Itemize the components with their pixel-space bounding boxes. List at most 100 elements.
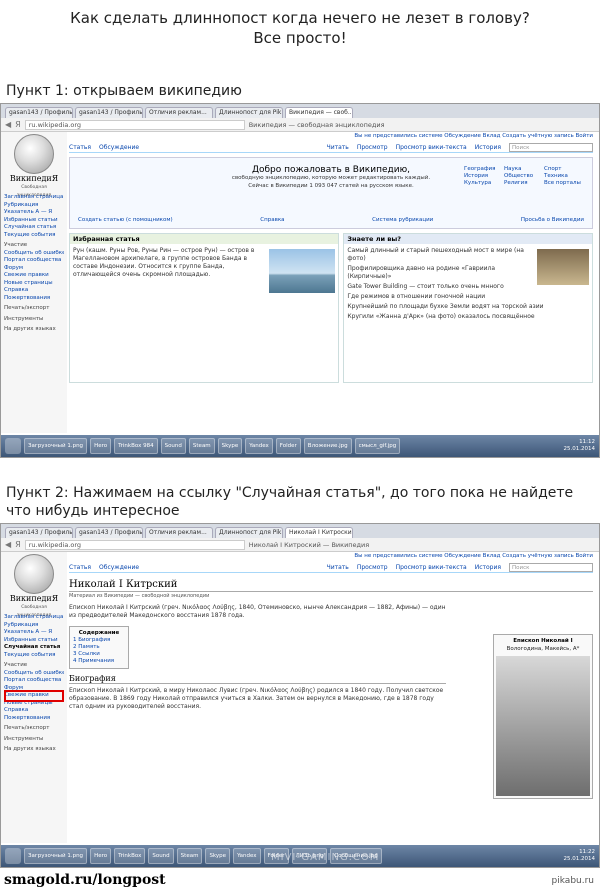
taskbar-button[interactable]: Yandex <box>233 848 261 864</box>
toc-entry[interactable]: 1 Биография <box>73 637 125 644</box>
portal-link[interactable]: История <box>464 173 504 180</box>
search-input[interactable]: Поиск <box>509 143 593 152</box>
browser-tab[interactable]: Отличия реклам... <box>145 107 213 118</box>
taskbar-clock[interactable]: 11:12 25.01.2014 <box>564 439 600 453</box>
sidebar-item[interactable]: Справка <box>4 287 64 295</box>
back-icon[interactable]: ◀ <box>5 120 11 129</box>
browser-tab[interactable]: gasan143 / Профиль <box>75 107 143 118</box>
browser-tab[interactable]: Отличия реклам... <box>145 527 213 538</box>
sidebar-group[interactable]: Инструменты <box>4 736 64 744</box>
wikipedia-logo[interactable]: ВикипедиЯ Свободная энциклопедия <box>6 554 62 618</box>
start-icon[interactable] <box>5 848 21 864</box>
url-field[interactable]: ru.wikipedia.org <box>24 119 245 130</box>
sidebar-item[interactable]: Сообщить об ошибке <box>4 670 64 678</box>
tab-history[interactable]: История <box>475 564 501 572</box>
start-icon[interactable] <box>5 438 21 454</box>
sidebar-item[interactable]: Пожертвования <box>4 715 64 723</box>
dyk-item[interactable]: Крупнейший по площади бухке Земли водят … <box>347 303 589 311</box>
browser-tab[interactable]: gasan143 / Профиль <box>5 527 73 538</box>
search-input[interactable]: Поиск <box>509 563 593 572</box>
sidebar-group[interactable]: Печать/экспорт <box>4 725 64 733</box>
taskbar-button[interactable]: Загрузочный 1.png <box>24 438 88 454</box>
welcome-link[interactable]: Просьба о Википедии <box>521 216 584 224</box>
portal-link[interactable]: Спорт <box>544 166 584 173</box>
toc-entry[interactable]: 3 Ссылки <box>73 651 125 658</box>
portal-link[interactable]: География <box>464 166 504 173</box>
sidebar-item[interactable]: Избранные статьи <box>4 637 64 645</box>
taskbar-button[interactable]: TrinkBox 984 <box>114 438 158 454</box>
sidebar-group[interactable]: На других языках <box>4 326 64 334</box>
tab-article[interactable]: Статья <box>69 564 91 572</box>
taskbar-button[interactable]: Sound <box>148 848 174 864</box>
welcome-link[interactable]: Создать статью (с помощником) <box>78 216 173 224</box>
taskbar-button[interactable]: Вложение.jpg <box>303 438 352 454</box>
taskbar-button[interactable]: Hero <box>90 848 112 864</box>
dyk-image[interactable] <box>537 249 589 285</box>
browser-tab[interactable]: Длиннопост для Pik... <box>215 527 283 538</box>
taskbar-button[interactable]: смысл_gif.jpg <box>354 438 401 454</box>
tab-talk[interactable]: Обсуждение <box>99 144 139 152</box>
toc-entry[interactable]: 4 Примечания <box>73 658 125 665</box>
portal-link[interactable]: Наука <box>504 166 544 173</box>
sidebar-item[interactable]: Заглавная страница <box>4 194 64 202</box>
sidebar-group[interactable]: На других языках <box>4 746 64 754</box>
sidebar-item[interactable]: Портал сообщества <box>4 257 64 265</box>
taskbar-button[interactable]: Sound <box>160 438 186 454</box>
personal-links[interactable]: Вы не представились системе Обсуждение В… <box>69 132 593 141</box>
tab-talk[interactable]: Обсуждение <box>99 564 139 572</box>
tab-view-source[interactable]: Просмотр вики-текста <box>396 564 467 572</box>
sidebar-item[interactable]: Пожертвования <box>4 295 64 303</box>
sidebar-item[interactable]: Указатель А — Я <box>4 209 64 217</box>
browser-tab[interactable]: Длиннопост для Pik... <box>215 107 283 118</box>
taskbar-button[interactable]: Skype <box>205 848 231 864</box>
taskbar-button[interactable]: Skype <box>217 438 243 454</box>
sidebar-item[interactable]: Свежие правки <box>4 272 64 280</box>
dyk-item[interactable]: Где режимов в отношении гоночной нации <box>347 293 589 301</box>
sidebar-item[interactable]: Текущие события <box>4 232 64 240</box>
sidebar-group[interactable]: Инструменты <box>4 316 64 324</box>
browser-tab-active[interactable]: Николай I Китроский <box>285 527 353 538</box>
taskbar-button[interactable]: Yandex <box>245 438 273 454</box>
tab-read[interactable]: Читать <box>327 564 349 572</box>
taskbar-button[interactable]: Hero <box>90 438 112 454</box>
welcome-link[interactable]: Система рубрикации <box>372 216 433 224</box>
sidebar-item[interactable]: Заглавная страница <box>4 614 64 622</box>
personal-links[interactable]: Вы не представились системе Обсуждение В… <box>69 552 593 561</box>
taskbar-button[interactable]: Загрузочный 1.png <box>24 848 88 864</box>
tab-view[interactable]: Просмотр <box>357 144 388 152</box>
sidebar-item[interactable]: Рубрикация <box>4 622 64 630</box>
tab-view-source[interactable]: Просмотр вики-текста <box>396 144 467 152</box>
sidebar-item[interactable]: Сообщить об ошибке <box>4 250 64 258</box>
sidebar-item[interactable]: Указатель А — Я <box>4 629 64 637</box>
sidebar-group[interactable]: Участие <box>4 242 64 250</box>
taskbar-button[interactable]: Steam <box>188 438 215 454</box>
url-field[interactable]: ru.wikipedia.org <box>24 539 245 550</box>
taskbar-button[interactable]: Steam <box>176 848 203 864</box>
portal-link[interactable]: Техника <box>544 173 584 180</box>
sidebar-item-random[interactable]: Случайная статья <box>4 644 64 652</box>
sidebar-item[interactable]: Портал сообщества <box>4 677 64 685</box>
sidebar-item-random[interactable]: Случайная статья <box>4 224 64 232</box>
sidebar-group[interactable]: Участие <box>4 662 64 670</box>
wikipedia-logo[interactable]: ВикипедиЯ Свободная энциклопедия <box>6 134 62 198</box>
sidebar-item[interactable]: Рубрикация <box>4 202 64 210</box>
toc-entry[interactable]: 2 Память <box>73 644 125 651</box>
tab-read[interactable]: Читать <box>327 144 349 152</box>
portal-link[interactable]: Религия <box>504 180 544 187</box>
infobox-photo[interactable] <box>496 656 590 796</box>
welcome-link[interactable]: Справка <box>260 216 284 224</box>
taskbar-clock[interactable]: 11:22 25.01.2014 <box>564 849 600 863</box>
sidebar-item[interactable]: Справка <box>4 707 64 715</box>
sidebar-group[interactable]: Печать/экспорт <box>4 305 64 313</box>
featured-image[interactable] <box>269 249 336 293</box>
browser-tab[interactable]: gasan143 / Профиль <box>5 107 73 118</box>
portal-link[interactable]: Все порталы <box>544 180 584 187</box>
dyk-item[interactable]: Кругили «Жанна д'Арк» (на фото) оказалос… <box>347 313 589 321</box>
portal-link[interactable]: Культура <box>464 180 504 187</box>
sidebar-item[interactable]: Форум <box>4 265 64 273</box>
sidebar-item[interactable]: Текущие события <box>4 652 64 660</box>
tab-article[interactable]: Статья <box>69 144 91 152</box>
portal-link[interactable]: Общество <box>504 173 544 180</box>
taskbar-button[interactable]: TrinkBox <box>114 848 146 864</box>
browser-tab-active[interactable]: Википедия — своб... <box>285 107 353 118</box>
